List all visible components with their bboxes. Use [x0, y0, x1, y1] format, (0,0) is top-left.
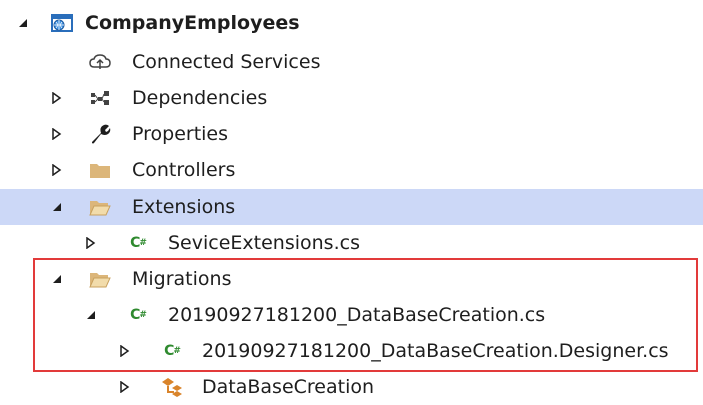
- expanded-arrow-icon[interactable]: [82, 297, 100, 333]
- migration-file-label: 20190927181200_DataBaseCreation.cs: [168, 304, 546, 326]
- folder-icon: [88, 159, 112, 181]
- csharp-file-icon: C #: [130, 307, 147, 323]
- tree-item-properties[interactable]: Properties: [0, 116, 703, 152]
- connected-services-label: Connected Services: [132, 51, 321, 73]
- controllers-label: Controllers: [132, 159, 236, 181]
- tree-item-database-creation[interactable]: DataBaseCreation: [0, 369, 703, 405]
- extensions-label: Extensions: [132, 196, 236, 218]
- collapsed-arrow-icon[interactable]: [48, 152, 66, 188]
- tree-item-migrations[interactable]: Migrations: [0, 261, 703, 297]
- csharp-file-icon: C #: [130, 235, 147, 251]
- properties-label: Properties: [132, 123, 229, 145]
- dependencies-icon: [88, 87, 112, 109]
- migrations-label: Migrations: [132, 268, 232, 290]
- project-label: CompanyEmployees: [85, 12, 300, 34]
- service-extensions-label: SeviceExtensions.cs: [168, 232, 360, 254]
- expanded-arrow-icon[interactable]: [48, 189, 66, 225]
- csharp-file-icon: C #: [164, 343, 181, 359]
- open-folder-icon: [88, 196, 112, 218]
- migration-designer-label: 20190927181200_DataBaseCreation.Designer…: [202, 340, 669, 362]
- tree-item-migration-designer[interactable]: C # 20190927181200_DataBaseCreation.Desig…: [0, 333, 703, 369]
- database-creation-label: DataBaseCreation: [202, 376, 375, 398]
- tree-item-migration-file[interactable]: C # 20190927181200_DataBaseCreation.cs: [0, 297, 703, 333]
- tree-item-service-extensions[interactable]: C # SeviceExtensions.cs: [0, 225, 703, 261]
- collapsed-arrow-icon[interactable]: [48, 80, 66, 116]
- class-icon: [160, 376, 184, 398]
- collapsed-arrow-icon[interactable]: [48, 116, 66, 152]
- collapsed-arrow-icon[interactable]: [116, 369, 134, 405]
- tree-item-controllers[interactable]: Controllers: [0, 152, 703, 188]
- tree-item-project[interactable]: CompanyEmployees: [0, 5, 703, 41]
- wrench-icon: [88, 123, 112, 145]
- dependencies-label: Dependencies: [132, 87, 268, 109]
- expanded-arrow-icon[interactable]: [48, 261, 66, 297]
- collapsed-arrow-icon[interactable]: [116, 333, 134, 369]
- connected-services-icon: [88, 51, 112, 73]
- web-project-icon: [50, 12, 74, 34]
- tree-item-dependencies[interactable]: Dependencies: [0, 80, 703, 116]
- collapsed-arrow-icon[interactable]: [82, 225, 100, 261]
- tree-item-extensions[interactable]: Extensions: [0, 189, 703, 225]
- expanded-arrow-icon[interactable]: [14, 5, 32, 41]
- tree-item-connected-services[interactable]: Connected Services: [0, 44, 703, 80]
- solution-explorer-tree: CompanyEmployees Connected Services Depe…: [0, 0, 703, 405]
- open-folder-icon: [88, 268, 112, 290]
